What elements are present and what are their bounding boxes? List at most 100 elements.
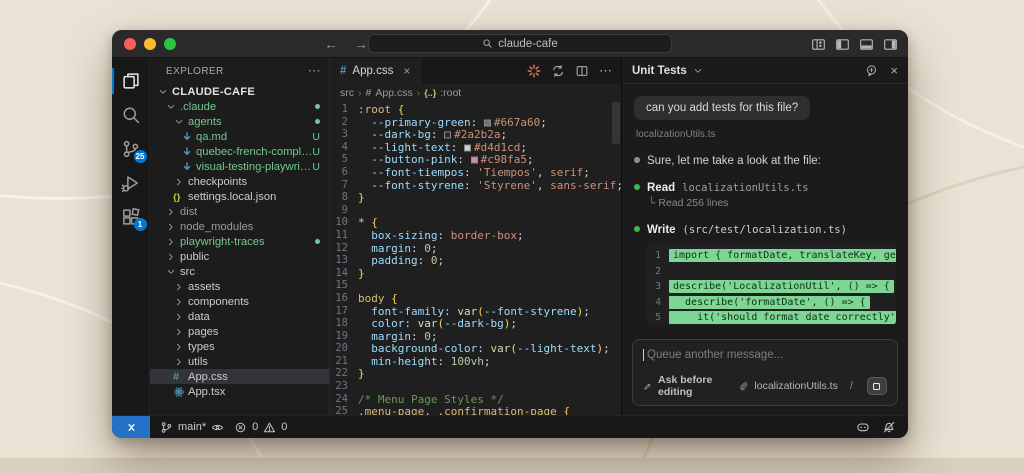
remote-indicator[interactable] [112, 416, 150, 438]
tree-item-utils[interactable]: utils [150, 354, 329, 369]
history-nav: ← → [324, 30, 368, 58]
file-tree: CLAUDE-CAFE.claudeagentsqa.mdUquebec-fre… [150, 84, 329, 399]
diff-line: 1import { formatDate, translateKey, getC… [647, 248, 896, 264]
explorer-more-icon[interactable]: ⋯ [308, 63, 321, 79]
warning-count: 0 [281, 421, 287, 433]
tree-item-label: assets [188, 281, 220, 293]
tree-item--claude[interactable]: .claude [150, 99, 329, 114]
tree-item-visual-testing-playwright-[interactable]: visual-testing-playwright...U [150, 159, 329, 174]
chevron-right-icon [172, 297, 186, 307]
breadcrumb-src[interactable]: src [340, 87, 354, 99]
chat-input-box[interactable]: Queue another message... Ask before edit… [632, 339, 898, 406]
claude-code-icon[interactable] [527, 64, 541, 78]
code-line: 2 --primary-green: #667a60; [330, 116, 621, 129]
back-icon[interactable]: ← [324, 36, 338, 52]
forward-icon[interactable]: → [354, 36, 368, 52]
tree-item-playwright-traces[interactable]: playwright-traces [150, 234, 329, 249]
chevron-down-icon [164, 267, 178, 277]
tree-item-label: types [188, 341, 215, 353]
chevron-right-icon [164, 222, 178, 232]
feedback-icon[interactable] [865, 64, 878, 77]
breadcrumb-symbol[interactable]: :root [440, 87, 461, 99]
split-editor-icon[interactable] [575, 64, 589, 78]
diff-code-block[interactable]: 1import { formatDate, translateKey, getC… [647, 243, 896, 325]
chat-title[interactable]: Unit Tests [632, 65, 687, 77]
remote-icon [125, 421, 138, 434]
activity-item-search[interactable] [112, 98, 150, 132]
toggle-secondary-sidebar-icon[interactable] [883, 37, 898, 52]
traffic-lights [124, 38, 176, 50]
code-line: 1:root { [330, 103, 621, 116]
tree-item-app-tsx[interactable]: App.tsx [150, 384, 329, 399]
tab-close-icon[interactable]: × [403, 64, 410, 78]
tree-item-dist[interactable]: dist [150, 204, 329, 219]
assistant-message: Sure, let me take a look at the file: [634, 155, 896, 167]
tree-item-public[interactable]: public [150, 249, 329, 264]
tree-item-settings-local-json[interactable]: {}settings.local.json [150, 189, 329, 204]
code-line: 3 --dark-bg: #2a2b2a; [330, 128, 621, 141]
bell-slash-icon[interactable] [882, 420, 896, 434]
chevron-down-icon[interactable] [693, 66, 703, 76]
attached-file-label[interactable]: localizationUtils.ts [636, 129, 896, 140]
tree-item-qa-md[interactable]: qa.mdU [150, 129, 329, 144]
breadcrumb-file[interactable]: App.css [375, 87, 412, 99]
activity-item-source-control[interactable]: 25 [112, 132, 150, 166]
tree-item-assets[interactable]: assets [150, 279, 329, 294]
context-file-chip[interactable]: localizationUtils.ts [754, 380, 837, 392]
tree-item-types[interactable]: types [150, 339, 329, 354]
tree-item-claude-cafe[interactable]: CLAUDE-CAFE [150, 84, 329, 99]
slash-command-hint[interactable]: / [850, 380, 853, 392]
tree-item-data[interactable]: data [150, 309, 329, 324]
close-panel-icon[interactable]: × [890, 63, 898, 78]
code-line: 6 --font-tiempos: 'Tiempos', serif; [330, 166, 621, 179]
minimize-window-button[interactable] [144, 38, 156, 50]
git-branch-icon [160, 421, 173, 434]
customize-layout-icon[interactable] [811, 37, 826, 52]
stop-button[interactable] [867, 377, 887, 395]
diff-line: 2 [647, 264, 896, 280]
tree-item-components[interactable]: components [150, 294, 329, 309]
activity-item-explorer[interactable] [112, 64, 150, 98]
toggle-primary-sidebar-icon[interactable] [835, 37, 850, 52]
command-center-search[interactable]: claude-cafe [368, 34, 672, 53]
chat-header: Unit Tests × [622, 58, 908, 84]
text-cursor [643, 349, 644, 361]
bullet-icon [634, 157, 640, 163]
compare-changes-icon[interactable] [551, 64, 565, 78]
tool-write-row: Write (src/test/localization.ts) [634, 224, 896, 236]
copilot-icon[interactable] [856, 420, 870, 434]
tree-item-app-css[interactable]: #App.css [150, 369, 329, 384]
branch-status[interactable]: main* [160, 421, 224, 434]
git-untracked-badge: U [312, 131, 320, 143]
activity-item-extensions[interactable]: 1 [112, 200, 150, 234]
close-window-button[interactable] [124, 38, 136, 50]
tree-item-node-modules[interactable]: node_modules [150, 219, 329, 234]
code-line: 14} [330, 267, 621, 280]
editor-more-icon[interactable]: ⋯ [599, 63, 613, 79]
search-text: claude-cafe [498, 38, 557, 50]
tab-app-css[interactable]: # App.css × [330, 58, 421, 84]
code-editor[interactable]: 1:root {2 --primary-green: #667a60;3 --d… [330, 102, 621, 415]
edit-mode-selector[interactable]: Ask before editing [658, 374, 733, 398]
toggle-panel-icon[interactable] [859, 37, 874, 52]
chevron-right-icon [172, 327, 186, 337]
tree-item-checkpoints[interactable]: checkpoints [150, 174, 329, 189]
editor-scrollbar[interactable] [612, 102, 620, 144]
chat-input-placeholder[interactable]: Queue another message... [647, 349, 783, 361]
problems-status[interactable]: 0 0 [234, 421, 287, 434]
tree-item-agents[interactable]: agents [150, 114, 329, 129]
titlebar: ← → claude-cafe [112, 30, 908, 58]
tree-item-pages[interactable]: pages [150, 324, 329, 339]
tree-item-label: App.css [188, 371, 228, 383]
maximize-window-button[interactable] [164, 38, 176, 50]
explorer-title: EXPLORER [166, 66, 224, 77]
explorer-header: EXPLORER ⋯ [150, 58, 329, 84]
tree-item-label: utils [188, 356, 208, 368]
color-swatch [464, 144, 471, 151]
tree-item-quebec-french-complian-[interactable]: quebec-french-complian...U [150, 144, 329, 159]
activity-item-run-debug[interactable] [112, 166, 150, 200]
eye-icon[interactable] [211, 421, 224, 434]
breadcrumb-separator [417, 87, 421, 99]
tree-item-src[interactable]: src [150, 264, 329, 279]
run-debug-icon [121, 173, 141, 193]
